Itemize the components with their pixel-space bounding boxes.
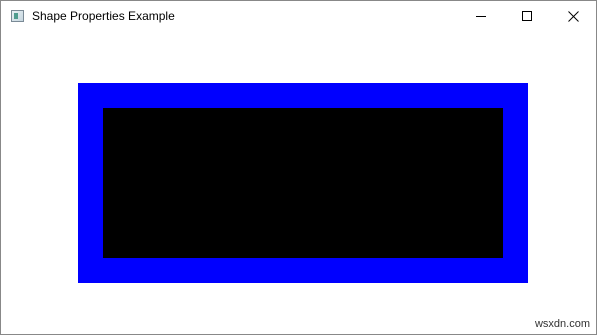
title-bar[interactable]: Shape Properties Example bbox=[1, 1, 596, 32]
minimize-button[interactable] bbox=[458, 1, 504, 32]
app-window: Shape Properties Example wsxdn.com bbox=[0, 0, 597, 335]
content-area bbox=[1, 32, 596, 334]
java-app-icon[interactable] bbox=[11, 10, 24, 22]
rectangle-shape bbox=[78, 83, 528, 283]
minimize-icon bbox=[476, 16, 486, 17]
close-button[interactable] bbox=[550, 1, 596, 32]
maximize-icon bbox=[522, 11, 532, 21]
watermark-text: wsxdn.com bbox=[534, 318, 590, 330]
maximize-button[interactable] bbox=[504, 1, 550, 32]
window-title: Shape Properties Example bbox=[32, 9, 175, 23]
close-icon bbox=[568, 11, 579, 22]
